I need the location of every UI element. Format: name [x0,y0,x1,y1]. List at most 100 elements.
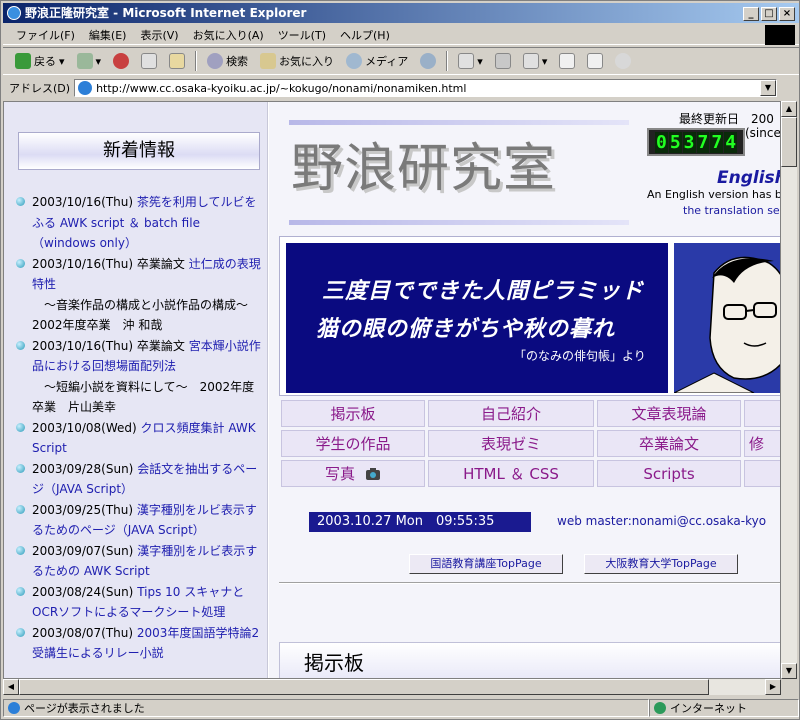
mail-button[interactable]: ▾ [454,51,487,71]
print-icon [494,53,511,69]
news-description: ～短編小説を資料にして～ 2002年度卒業 片山美幸 [32,379,255,415]
news-date: 2003/08/24(Sun) [32,584,134,599]
favorites-label: お気に入り [279,55,335,68]
menu-edit[interactable]: 編集(E) [82,27,134,43]
nav-seminar[interactable]: 表現ゼミ [428,430,594,457]
kokugo-top-button[interactable]: 国語教育講座TopPage [409,554,563,574]
bullet-icon [16,504,25,514]
address-label: アドレス(D) [9,82,71,95]
webmaster-link[interactable]: web master:nonami@cc.osaka-kyo [557,514,766,528]
dropdown-icon: ▾ [95,54,102,68]
toolbar: 戻る ▾ ▾ 検索 お気に入り メディア ▾ ▾ [3,47,799,75]
stop-icon [113,53,130,69]
nav-student-works[interactable]: 学生の作品 [281,430,425,457]
address-dropdown-icon[interactable]: ▼ [760,80,776,96]
nav-bbs[interactable]: 掲示板 [281,400,425,427]
osaka-kyoiku-top-button[interactable]: 大阪教育大学TopPage [584,554,738,574]
edit-button[interactable]: ▾ [519,51,552,71]
favorites-button[interactable]: お気に入り [256,51,338,71]
news-date: 2003/10/16(Thu) [32,256,134,271]
bullet-icon [16,258,25,268]
scroll-up-icon[interactable]: ▲ [781,101,797,117]
research-button[interactable] [583,51,607,71]
dropdown-icon: ▾ [477,54,483,68]
minimize-button[interactable]: _ [743,7,759,21]
nav-thesis[interactable]: 卒業論文 [597,430,741,457]
bullet-icon [16,463,25,473]
news-date: 2003/09/07(Sun) [32,543,134,558]
search-icon [207,53,224,69]
stop-button[interactable] [109,51,133,71]
browser-window: 野浪正隆研究室 - Microsoft Internet Explorer _ … [0,0,800,720]
news-item: 2003/10/16(Thu) 卒業論文 辻仁成の表現特性 ～音楽作品の構成と小説… [12,254,262,336]
security-zone: インターネット [649,699,799,717]
horizontal-scrollbar[interactable]: ◀ ▶ [3,679,781,695]
media-button[interactable]: メディア [342,51,412,71]
menu-help[interactable]: ヘルプ(H) [333,27,397,43]
since-label: (since [745,126,781,140]
sidebar-title: 新着情報 [18,132,260,170]
scroll-thumb[interactable] [19,679,709,695]
search-button[interactable]: 検索 [203,51,252,71]
nav-photos[interactable]: 写真 [281,460,425,487]
translation-link[interactable]: the translation serv [683,204,780,217]
scroll-right-icon[interactable]: ▶ [765,679,781,695]
back-button[interactable]: 戻る ▾ [11,51,69,71]
back-arrow-icon [15,53,31,69]
nav-writing[interactable]: 文章表現論 [597,400,741,427]
counter-digit: 0 [654,131,668,153]
close-button[interactable]: × [779,7,795,21]
news-date: 2003/10/16(Thu) [32,195,134,209]
page-viewport: 新着情報 2003/10/16(Thu) 茶筅を利用してルビをふる AWK sc… [3,101,781,679]
window-title: 野浪正隆研究室 - Microsoft Internet Explorer [25,6,307,20]
history-button[interactable] [416,51,440,71]
scroll-thumb[interactable] [781,117,797,167]
media-icon [346,53,363,69]
menu-favorites[interactable]: お気に入り(A) [186,27,271,43]
menu-file[interactable]: ファイル(F) [9,27,82,43]
refresh-button[interactable] [137,51,161,71]
nav-html-css[interactable]: HTML ＆ CSS [428,460,594,487]
portrait-illustration [674,243,780,393]
messenger-button[interactable] [611,51,635,71]
discuss-button[interactable] [555,51,579,71]
bullet-icon [16,545,25,555]
news-item: 2003/10/16(Thu) 茶筅を利用してルビをふる AWK script … [12,192,262,254]
address-url: http://www.cc.osaka-kyoiku.ac.jp/~kokugo… [96,81,467,95]
status-message: ページが表示されました [3,699,649,717]
bullet-icon [16,422,25,432]
discuss-icon [559,53,576,69]
news-item: 2003/10/16(Thu) 卒業論文 宮本輝小説作品における回想場面配列法～… [12,336,262,418]
menu-bar: ファイル(F) 編集(E) 表示(V) お気に入り(A) ツール(T) ヘルプ(… [3,25,799,45]
vertical-scrollbar[interactable]: ▲ ▼ [781,101,797,679]
datetime-display: 2003.10.27 Mon 09:55:35 [309,512,531,532]
bullet-icon [16,197,25,206]
nav-empty[interactable] [744,460,780,487]
home-button[interactable] [165,51,189,71]
research-icon [587,53,604,69]
access-counter: 0 5 3 7 7 4 [647,128,745,156]
ie-icon [7,6,21,20]
menu-tools[interactable]: ツール(T) [271,27,333,43]
main-frame: 野浪研究室 最終更新日 200 0 5 3 7 7 4 (since Engli… [269,102,781,678]
maximize-button[interactable]: □ [761,7,777,21]
page-title: 野浪研究室 [291,139,557,199]
history-icon [420,53,437,69]
news-item: 2003/09/28(Sun) 会話文を抽出するページ（JAVA Script） [12,459,262,500]
title-bar: 野浪正隆研究室 - Microsoft Internet Explorer _ … [3,3,799,23]
sidebar-frame: 新着情報 2003/10/16(Thu) 茶筅を利用してルビをふる AWK sc… [4,102,268,678]
address-input[interactable]: http://www.cc.osaka-kyoiku.ac.jp/~kokugo… [74,79,777,97]
english-link[interactable]: English [717,168,780,188]
nav-profile[interactable]: 自己紹介 [428,400,594,427]
nav-empty[interactable] [744,400,780,427]
menu-view[interactable]: 表示(V) [133,27,185,43]
scroll-left-icon[interactable]: ◀ [3,679,19,695]
scroll-down-icon[interactable]: ▼ [781,663,797,679]
english-note: An English version has be [647,188,781,201]
nav-scripts[interactable]: Scripts [597,460,741,487]
status-bar: ページが表示されました インターネット [3,697,799,719]
forward-button[interactable]: ▾ [73,51,106,71]
address-bar: アドレス(D) http://www.cc.osaka-kyoiku.ac.jp… [3,77,799,99]
print-button[interactable] [491,51,515,71]
nav-master[interactable]: 修 [744,430,780,457]
